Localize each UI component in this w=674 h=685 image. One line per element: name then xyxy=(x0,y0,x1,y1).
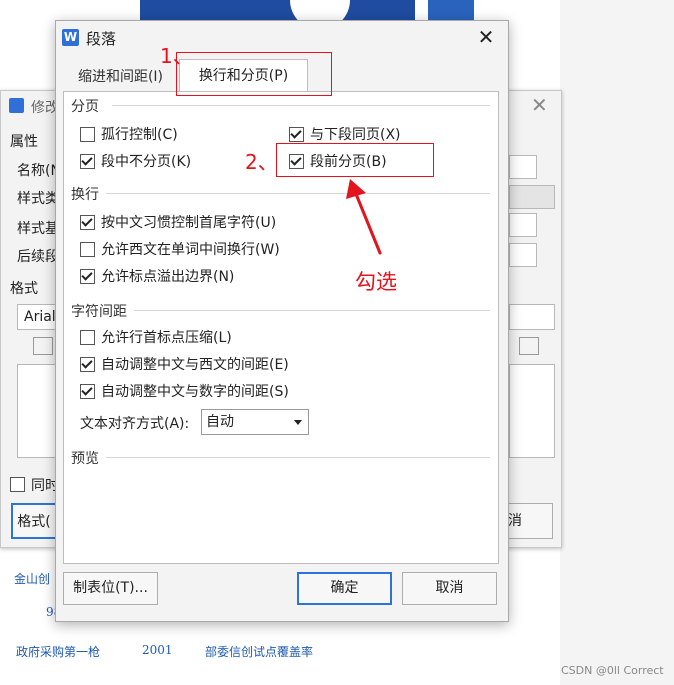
style-base-select[interactable] xyxy=(509,213,537,237)
checkbox-label: 允许西文在单词中间换行(W) xyxy=(101,242,280,258)
simultaneous-checkbox[interactable] xyxy=(10,477,25,492)
ok-button[interactable]: 确定 xyxy=(297,572,392,605)
divider xyxy=(112,105,490,106)
annotation-check-note: 勾选 xyxy=(355,270,397,294)
auto-space-latin-checkbox[interactable] xyxy=(80,357,95,372)
section-line-break: 换行 xyxy=(71,187,99,203)
divider xyxy=(106,193,490,194)
auto-space-numbers-checkbox[interactable] xyxy=(80,384,95,399)
keep-with-next-checkbox[interactable] xyxy=(289,127,304,142)
next-style-select[interactable] xyxy=(509,243,537,267)
close-icon[interactable]: ✕ xyxy=(531,93,548,117)
keep-lines-together-checkbox[interactable] xyxy=(80,154,95,169)
document-text-line: 部委信创试点覆盖率 xyxy=(205,645,314,659)
watermark: CSDN @0ll Correct xyxy=(561,664,664,677)
divider xyxy=(134,310,490,311)
style-base-label: 样式基 xyxy=(17,221,59,237)
word-wrap-checkbox[interactable] xyxy=(80,242,95,257)
text-align-label: 文本对齐方式(A): xyxy=(80,416,190,432)
preview-area xyxy=(17,364,59,458)
chinese-rules-checkbox[interactable] xyxy=(80,215,95,230)
checkbox-label: 按中文习惯控制首尾字符(U) xyxy=(101,215,277,231)
indent-icon[interactable] xyxy=(519,337,539,355)
section-preview: 预览 xyxy=(71,451,99,467)
cancel-button[interactable]: 取消 xyxy=(402,572,497,605)
checkbox-label: 段中不分页(K) xyxy=(101,154,192,170)
annotation-box-tab xyxy=(176,52,332,96)
tab-stops-button[interactable]: 制表位(T)... xyxy=(63,572,158,605)
section-pagination: 分页 xyxy=(71,99,99,115)
font-size-select[interactable] xyxy=(509,304,555,330)
wps-logo-icon: W xyxy=(62,29,79,46)
dialog-titlebar: W 段落 ✕ xyxy=(56,21,508,55)
checkbox-label: 孤行控制(C) xyxy=(101,127,178,143)
section-properties: 属性 xyxy=(10,134,38,150)
annotation-arrow-icon xyxy=(346,179,382,255)
checkbox-label: 自动调整中文与西文的间距(E) xyxy=(101,357,289,373)
annotation-step-2: 2、 xyxy=(245,150,278,174)
checkbox-label: 允许标点溢出边界(N) xyxy=(101,269,235,285)
chevron-down-icon xyxy=(294,420,302,425)
close-icon[interactable]: ✕ xyxy=(474,25,498,49)
section-char-spacing: 字符间距 xyxy=(71,304,127,320)
compress-punctuation-checkbox[interactable] xyxy=(80,330,95,345)
paragraph-dialog: W 段落 ✕ 缩进和间距(I) 换行和分页(P) 分页 孤行控制(C) 与下段同… xyxy=(55,20,509,622)
dialog-title: 段落 xyxy=(86,30,117,48)
style-type-label: 样式类 xyxy=(17,191,59,207)
format-button[interactable]: 格式( xyxy=(11,503,57,539)
name-field[interactable] xyxy=(509,155,537,179)
checkbox-label: 与下段同页(X) xyxy=(310,127,401,143)
text-align-select[interactable]: 自动 xyxy=(201,409,309,435)
checkbox-label: 允许行首标点压缩(L) xyxy=(101,330,232,346)
align-left-icon[interactable] xyxy=(33,337,53,355)
document-text-line: 政府采购第一枪 xyxy=(16,645,101,659)
text-align-value: 自动 xyxy=(206,414,234,430)
section-format: 格式 xyxy=(10,281,38,297)
checkbox-label: 自动调整中文与数字的间距(S) xyxy=(101,384,289,400)
next-style-label: 后续段 xyxy=(17,249,59,265)
document-text-line: 金山创 xyxy=(14,572,51,586)
wps-logo-icon xyxy=(9,98,24,113)
annotation-box-checkbox xyxy=(276,143,434,177)
divider xyxy=(106,457,490,458)
hanging-punctuation-checkbox[interactable] xyxy=(80,269,95,284)
document-text-line: 2001 xyxy=(142,643,173,657)
widow-control-checkbox[interactable] xyxy=(80,127,95,142)
style-type-select[interactable] xyxy=(509,185,555,209)
right-background xyxy=(560,0,674,685)
preview-area-right xyxy=(509,364,555,458)
